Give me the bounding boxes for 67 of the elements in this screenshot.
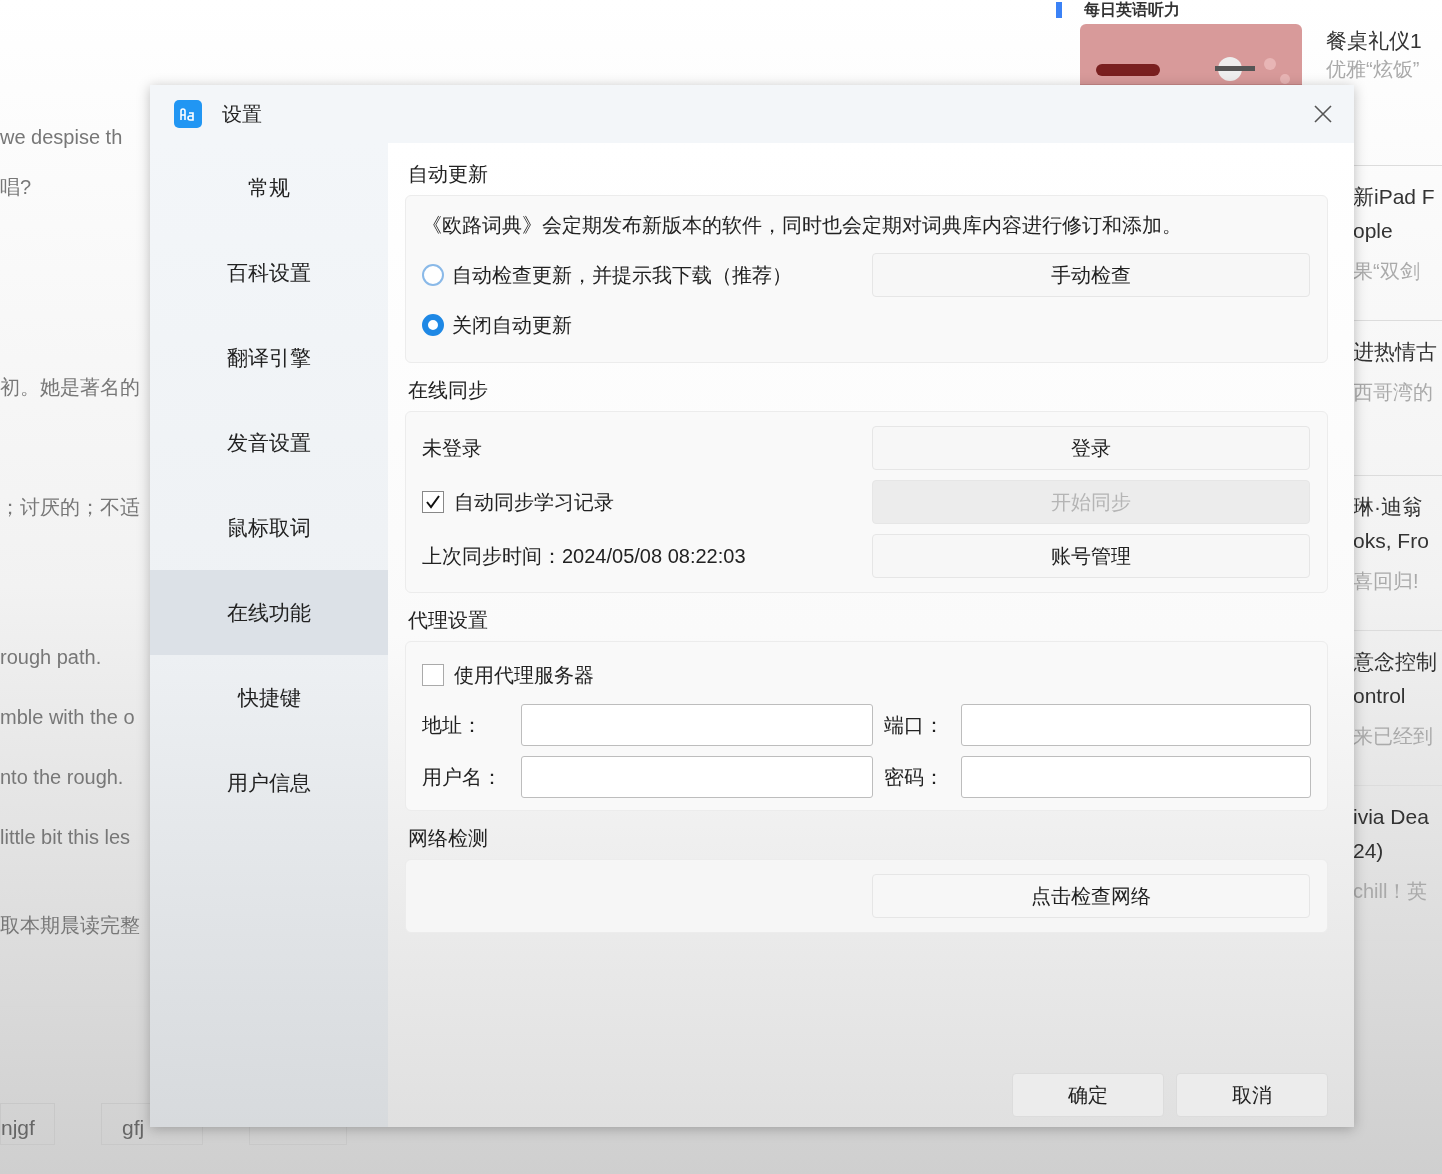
article-subtitle: 西哥湾的 [1353, 380, 1434, 405]
input-field[interactable] [521, 756, 873, 798]
close-icon[interactable] [1314, 105, 1332, 123]
article-title[interactable]: oks, Fro [1353, 524, 1429, 558]
background-text: we despise th [0, 125, 123, 150]
background-text: mble with the o [0, 705, 135, 730]
field-label: 密码： [883, 765, 945, 790]
article-subtitle: 喜回归! [1353, 569, 1420, 594]
nav-item[interactable]: 快捷键 [150, 655, 388, 740]
article-subtitle: 果“双剑 [1353, 259, 1421, 284]
article-title[interactable]: 餐桌礼仪1 [1326, 26, 1422, 56]
background-text: 唱? [0, 175, 32, 200]
action-button[interactable]: 手动检查 [872, 253, 1310, 297]
action-button[interactable]: 账号管理 [872, 534, 1310, 578]
background-text: rough path. [0, 645, 102, 670]
nav-item[interactable]: 用户信息 [150, 740, 388, 825]
nav-item[interactable]: 发音设置 [150, 400, 388, 485]
field-label: 用户名： [422, 765, 503, 790]
window-title: 设置 [222, 102, 262, 127]
section-title: 网络检测 [407, 826, 489, 851]
article-title[interactable]: 24) [1353, 834, 1429, 868]
nav-item[interactable]: 鼠标取词 [150, 485, 388, 570]
radio-label[interactable]: 关闭自动更新 [452, 310, 572, 340]
article-title[interactable]: ontrol [1353, 679, 1437, 713]
nav-item[interactable]: 常规 [150, 145, 388, 230]
article-title[interactable]: ivia Dea [1353, 800, 1429, 834]
input-field[interactable] [521, 704, 873, 746]
background-text: nto the rough. [0, 765, 124, 790]
background-text: 取本期晨读完整 [0, 913, 140, 938]
nav-item[interactable]: 翻译引擎 [150, 315, 388, 400]
article-subtitle: 优雅“炫饭” [1326, 57, 1421, 82]
checkbox-label[interactable]: 使用代理服务器 [454, 660, 594, 690]
app-icon [174, 100, 202, 128]
input-field[interactable] [961, 756, 1311, 798]
article-title[interactable]: 进热情古 [1353, 335, 1437, 369]
checkbox-label[interactable]: 自动同步学习记录 [454, 487, 614, 517]
article-title[interactable]: ople [1353, 214, 1435, 248]
background-text: 初。她是著名的 [0, 375, 140, 400]
article-title[interactable]: 新iPad F [1353, 180, 1435, 214]
last-sync-time: 上次同步时间：2024/05/08 08:22:03 [422, 544, 747, 569]
section-title: 自动更新 [407, 162, 489, 187]
article-title[interactable]: 意念控制 [1353, 645, 1437, 679]
login-status: 未登录 [422, 436, 483, 461]
footer-button[interactable]: 确定 [1012, 1073, 1164, 1117]
footer-button[interactable]: 取消 [1176, 1073, 1328, 1117]
radio-button[interactable] [422, 314, 444, 336]
heading-bar-icon [1056, 2, 1062, 18]
section-heading: 每日英语听力 [1084, 0, 1180, 20]
section-title: 代理设置 [407, 608, 489, 633]
section-title: 在线同步 [407, 378, 489, 403]
description-text: 《欧路词典》会定期发布新版本的软件，同时也会定期对词典库内容进行修订和添加。 [422, 213, 1183, 238]
action-button[interactable]: 登录 [872, 426, 1310, 470]
field-label: 地址： [422, 713, 483, 738]
tag[interactable]: njgf [0, 1103, 55, 1145]
checkbox[interactable] [422, 491, 444, 513]
checkbox[interactable] [422, 664, 444, 686]
field-label: 端口： [883, 713, 945, 738]
nav-item[interactable]: 百科设置 [150, 230, 388, 315]
nav-item[interactable]: 在线功能 [150, 570, 388, 655]
background-text: little bit this les [0, 825, 131, 850]
article-subtitle: 来已经到 [1353, 724, 1434, 749]
radio-label[interactable]: 自动检查更新，并提示我下载（推荐） [452, 260, 792, 290]
radio-button[interactable] [422, 264, 444, 286]
action-button[interactable]: 点击检查网络 [872, 874, 1310, 918]
background-text: ；讨厌的；不适 [0, 495, 140, 520]
input-field[interactable] [961, 704, 1311, 746]
article-title[interactable]: 琳·迪翁 [1353, 490, 1429, 524]
